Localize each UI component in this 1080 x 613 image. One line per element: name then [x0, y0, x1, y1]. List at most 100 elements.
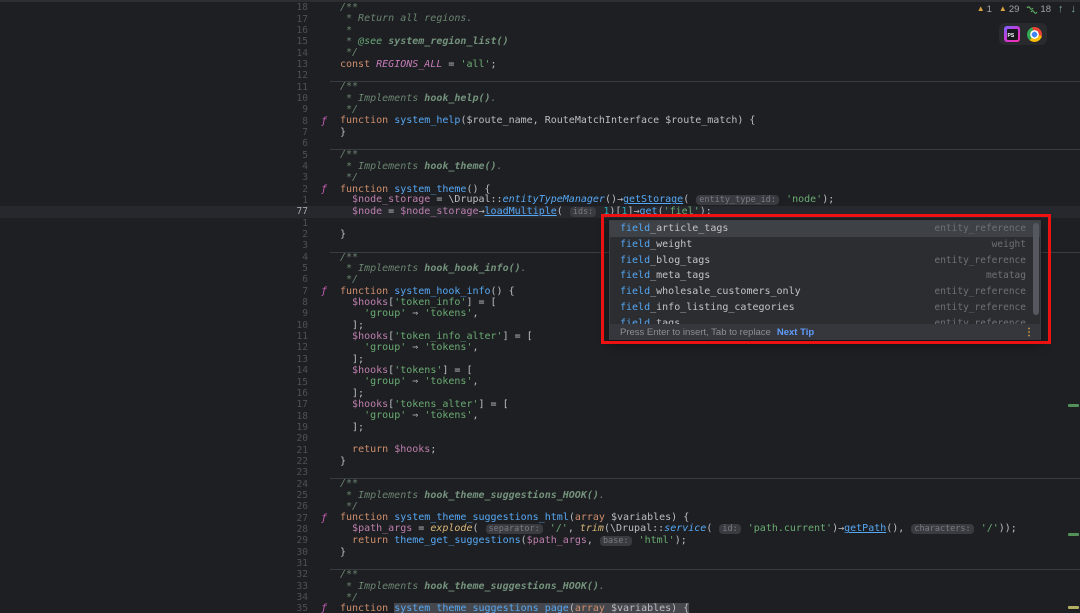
code-line[interactable]: 32/**	[0, 569, 1080, 580]
code-line[interactable]: 17 $hooks['tokens_alter'] = [	[0, 399, 1080, 410]
autocomplete-item[interactable]: field_weightweight	[610, 237, 1040, 253]
line-number[interactable]: 12	[0, 342, 308, 353]
previous-problem-arrow-icon[interactable]: ↑	[1058, 3, 1064, 15]
line-number[interactable]: 12	[0, 70, 308, 81]
code-line[interactable]: 35ƒfunction system_theme_suggestions_pag…	[0, 603, 1080, 613]
code-line[interactable]: 7}	[0, 127, 1080, 138]
line-number[interactable]: 9	[0, 308, 308, 319]
line-number[interactable]: 14	[0, 365, 308, 376]
popup-more-icon[interactable]: ⋮	[1024, 327, 1034, 338]
autocomplete-item[interactable]: field_article_tagsentity_reference	[610, 221, 1040, 237]
code-line[interactable]: 27ƒfunction system_theme_suggestions_htm…	[0, 512, 1080, 523]
autocomplete-item[interactable]: field_blog_tagsentity_reference	[610, 253, 1040, 269]
autocomplete-item[interactable]: field_wholesale_customers_onlyentity_ref…	[610, 284, 1040, 300]
function-gutter-icon[interactable]: ƒ	[308, 603, 340, 613]
code-line[interactable]: 29 return theme_get_suggestions($path_ar…	[0, 535, 1080, 546]
line-number[interactable]: 15	[0, 377, 308, 388]
line-number[interactable]: 14	[0, 48, 308, 59]
line-number[interactable]: 28	[0, 524, 308, 535]
autocomplete-item[interactable]: field_meta_tagsmetatag	[610, 268, 1040, 284]
code-line[interactable]: 15 'group' ⇒ 'tokens',	[0, 376, 1080, 387]
next-tip-link[interactable]: Next Tip	[777, 327, 814, 338]
line-number[interactable]: 6	[0, 274, 308, 285]
line-number[interactable]: 21	[0, 445, 308, 456]
line-number[interactable]: 16	[0, 388, 308, 399]
line-number[interactable]: 4	[0, 161, 308, 172]
chrome-icon[interactable]	[1027, 27, 1042, 42]
line-number[interactable]: 1	[0, 195, 308, 206]
code-line[interactable]: 13const REGIONS_ALL = 'all';	[0, 59, 1080, 70]
line-number[interactable]: 2	[0, 229, 308, 240]
autocomplete-item[interactable]: field_info_listing_categoriesentity_refe…	[610, 300, 1040, 316]
line-number[interactable]: 33	[0, 581, 308, 592]
warning-indicator-2[interactable]: ▲ 29	[999, 4, 1020, 15]
code-line[interactable]: 22}	[0, 456, 1080, 467]
line-number[interactable]: 16	[0, 25, 308, 36]
code-line[interactable]: 5/**	[0, 149, 1080, 160]
code-line[interactable]: 14 $hooks['tokens'] = [	[0, 365, 1080, 376]
line-number[interactable]: 5	[0, 263, 308, 274]
function-gutter-icon[interactable]: ƒ	[308, 116, 340, 127]
code-line[interactable]: 1 $node_storage = \Drupal::entityTypeMan…	[0, 195, 1080, 206]
code-line[interactable]: 14 */	[0, 47, 1080, 58]
code-line[interactable]: 13 ];	[0, 354, 1080, 365]
popup-scrollbar[interactable]	[1033, 223, 1039, 315]
line-number[interactable]: 13	[0, 59, 308, 70]
code-line[interactable]: 30}	[0, 547, 1080, 558]
code-line[interactable]: 10 * Implements hook_help().	[0, 93, 1080, 104]
code-line[interactable]: 18/**	[0, 2, 1080, 13]
line-number[interactable]: 8	[0, 116, 308, 127]
line-number[interactable]: 3	[0, 172, 308, 183]
code-line[interactable]: 12	[0, 70, 1080, 81]
code-line[interactable]: 11/**	[0, 81, 1080, 92]
code-line[interactable]: 8ƒfunction system_help($route_name, Rout…	[0, 115, 1080, 126]
line-number[interactable]: 35	[0, 603, 308, 613]
autocomplete-item[interactable]: field_tagsentity_reference	[610, 316, 1040, 324]
line-number[interactable]: 5	[0, 150, 308, 161]
function-gutter-icon[interactable]: ƒ	[308, 184, 340, 195]
line-number[interactable]: 10	[0, 93, 308, 104]
line-number[interactable]: 17	[0, 14, 308, 25]
function-gutter-icon[interactable]: ƒ	[308, 513, 340, 524]
line-number[interactable]: 13	[0, 354, 308, 365]
line-number[interactable]: 17	[0, 399, 308, 410]
line-number[interactable]: 20	[0, 433, 308, 444]
line-number[interactable]: 7	[0, 127, 308, 138]
typo-indicator[interactable]: 18	[1026, 4, 1051, 15]
code-line[interactable]: 28 $path_args = explode( separator: '/',…	[0, 524, 1080, 535]
code-line[interactable]: 26 */	[0, 501, 1080, 512]
code-line[interactable]: 16 ];	[0, 388, 1080, 399]
function-gutter-icon[interactable]: ƒ	[308, 286, 340, 297]
code-line[interactable]: 16 *	[0, 25, 1080, 36]
phpstorm-icon[interactable]	[1004, 26, 1020, 42]
line-number[interactable]: 7	[0, 286, 308, 297]
code-line[interactable]: 31	[0, 558, 1080, 569]
autocomplete-list[interactable]: field_article_tagsentity_referencefield_…	[610, 221, 1040, 324]
line-number[interactable]: 19	[0, 422, 308, 433]
line-number[interactable]: 8	[0, 297, 308, 308]
next-problem-arrow-icon[interactable]: ↓	[1071, 3, 1077, 15]
code-line[interactable]: 15 * @see system_region_list()	[0, 36, 1080, 47]
code-line[interactable]: 18 'group' ⇒ 'tokens',	[0, 410, 1080, 421]
line-number[interactable]: 15	[0, 36, 308, 47]
autocomplete-popup[interactable]: field_article_tagsentity_referencefield_…	[609, 220, 1041, 340]
line-number[interactable]: 3	[0, 240, 308, 251]
line-number[interactable]: 4	[0, 252, 308, 263]
code-line[interactable]: 4 * Implements hook_theme().	[0, 161, 1080, 172]
line-number[interactable]: 30	[0, 547, 308, 558]
code-line[interactable]: 12 'group' ⇒ 'tokens',	[0, 342, 1080, 353]
error-stripe-mark[interactable]	[1068, 606, 1079, 609]
line-number[interactable]: 27	[0, 513, 308, 524]
line-number[interactable]: 24	[0, 479, 308, 490]
code-line[interactable]: 19 ];	[0, 422, 1080, 433]
line-number[interactable]: 11	[0, 331, 308, 342]
line-number[interactable]: 11	[0, 82, 308, 93]
code-line[interactable]: 21 return $hooks;	[0, 444, 1080, 455]
line-number[interactable]: 23	[0, 467, 308, 478]
line-number[interactable]: 1	[0, 218, 308, 229]
error-stripe-mark[interactable]	[1068, 533, 1079, 536]
code-line[interactable]: 20	[0, 433, 1080, 444]
error-stripe-mark[interactable]	[1068, 404, 1079, 407]
code-line[interactable]: 6	[0, 138, 1080, 149]
code-line[interactable]: 17 * Return all regions.	[0, 13, 1080, 24]
